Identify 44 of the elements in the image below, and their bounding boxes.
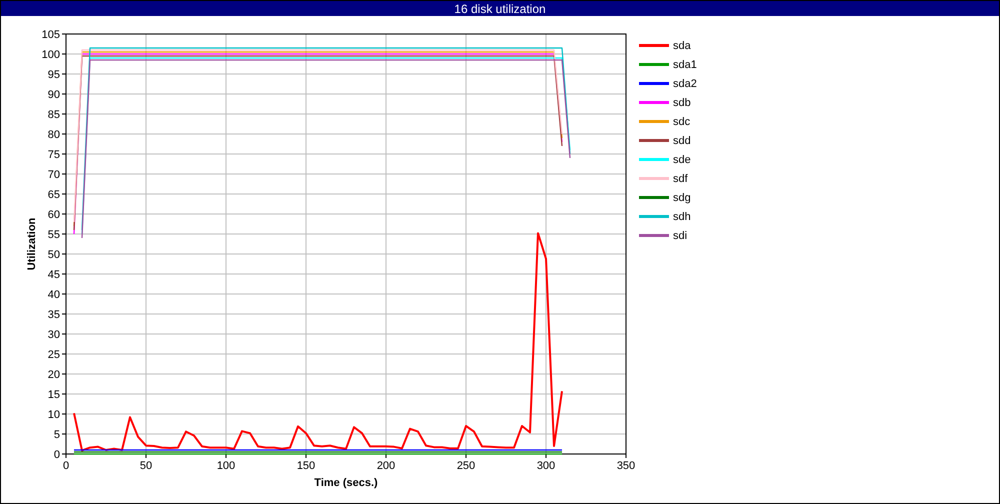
- legend-label: sdi: [673, 230, 688, 242]
- legend-label: sda: [673, 40, 691, 52]
- tick-label: 10: [48, 409, 60, 421]
- tick-label: 55: [48, 229, 60, 241]
- tick-label: 40: [48, 289, 60, 301]
- legend-label: sdb: [673, 96, 691, 108]
- tick-label: 300: [536, 460, 556, 472]
- legend-label: sda2: [673, 78, 697, 90]
- tick-label: 100: [42, 49, 60, 61]
- legend-label: sdg: [673, 192, 691, 204]
- axis-title: Time (secs.): [314, 477, 378, 489]
- tick-label: 25: [48, 349, 60, 361]
- tick-label: 0: [62, 460, 70, 472]
- tick-label: 70: [48, 169, 60, 181]
- tick-label: 30: [48, 329, 60, 341]
- tick-label: 250: [456, 460, 476, 472]
- tick-label: 100: [216, 460, 236, 472]
- window-title: 16 disk utilization: [454, 2, 546, 16]
- tick-label: 200: [376, 460, 396, 472]
- tick-label: 0: [54, 449, 60, 461]
- legend-label: sdd: [673, 134, 691, 146]
- tick-label: 35: [48, 309, 60, 321]
- legend-label: sdf: [673, 172, 688, 184]
- tick-label: 50: [140, 460, 152, 472]
- axis-title: Utilization: [26, 218, 38, 270]
- tick-label: 95: [48, 69, 60, 81]
- tick-label: 75: [48, 149, 60, 161]
- legend-label: sdh: [673, 210, 691, 222]
- tick-label: 45: [48, 269, 60, 281]
- tick-label: 105: [42, 29, 60, 41]
- tick-label: 85: [48, 109, 60, 121]
- tick-label: 65: [48, 189, 60, 201]
- legend-label: sdc: [673, 116, 690, 128]
- legend-label: sda1: [673, 58, 697, 70]
- legend-label: sde: [673, 154, 691, 166]
- tick-label: 80: [48, 129, 60, 141]
- tick-label: 350: [616, 460, 636, 472]
- tick-label: 15: [48, 389, 60, 401]
- tick-label: 50: [48, 249, 60, 261]
- tick-label: 90: [48, 89, 60, 101]
- tick-label: 20: [48, 369, 60, 381]
- tick-label: 60: [48, 209, 60, 221]
- tick-label: 150: [296, 460, 316, 472]
- tick-label: 5: [54, 429, 60, 441]
